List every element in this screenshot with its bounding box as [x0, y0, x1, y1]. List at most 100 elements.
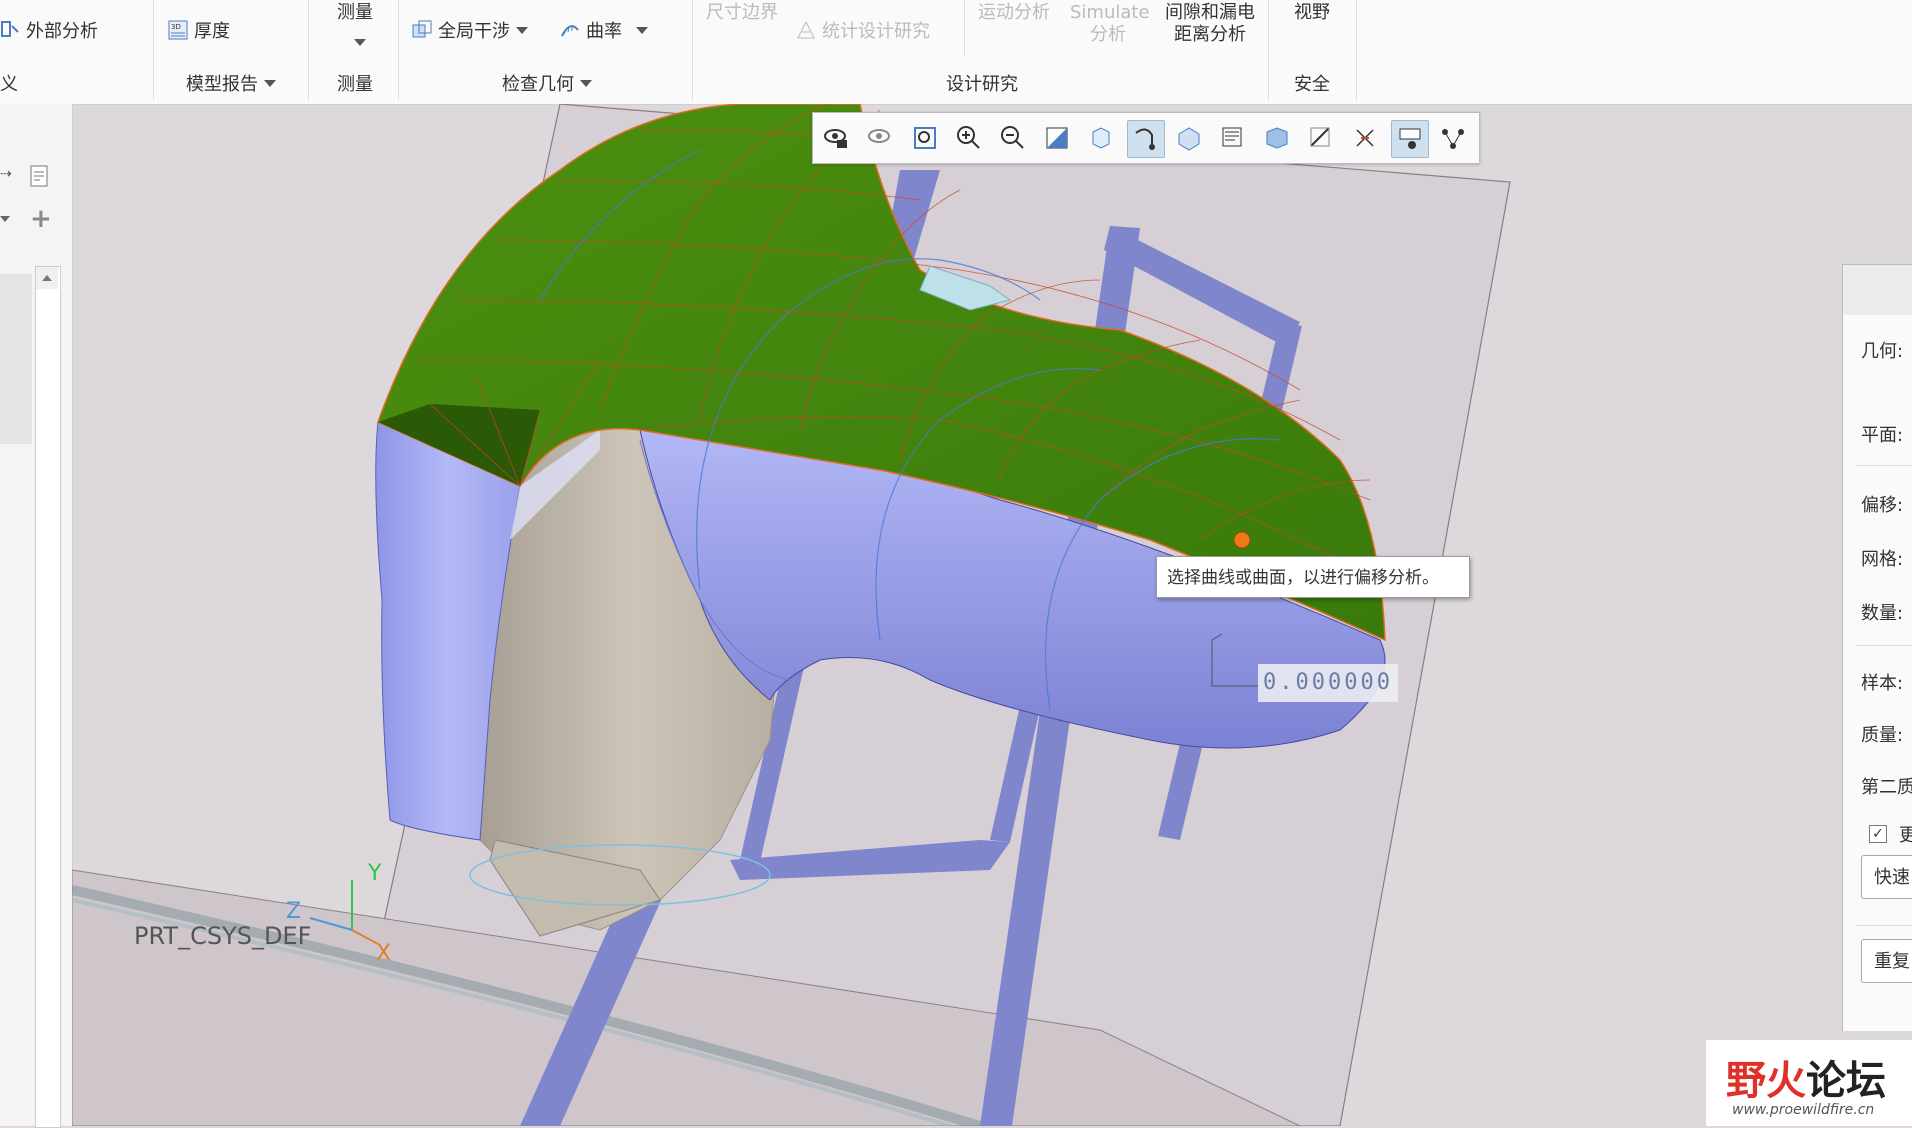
group-divider [964, 0, 965, 56]
offset-label: 偏移: [1861, 495, 1904, 516]
group-divider [308, 0, 309, 100]
axis-z-label: Z [286, 899, 301, 924]
tree-scrollbar[interactable] [35, 266, 61, 1128]
repeat-button[interactable]: 重复 [1861, 939, 1912, 983]
watermark-url: www.proewildfire.cn [1732, 1102, 1875, 1118]
datum-display-button[interactable] [1347, 120, 1383, 156]
svg-text:3D: 3D [171, 23, 181, 31]
named-view-button[interactable] [1127, 120, 1165, 158]
measure-button[interactable]: 测量 [337, 2, 373, 24]
view-button[interactable]: 视野 [1294, 2, 1330, 24]
curvature-icon [560, 20, 580, 40]
watermark-title: 野火论坛 [1726, 1058, 1886, 1104]
eye-icon [868, 129, 890, 143]
datum-icon [1356, 129, 1374, 147]
spin-center-button[interactable] [1259, 120, 1295, 156]
group-divider [398, 0, 399, 100]
tree-selection-bar [0, 274, 32, 444]
expand-arrow-icon[interactable]: ⇢ [0, 166, 12, 182]
group-label-inspect-geometry[interactable]: 检查几何 [502, 70, 592, 96]
orient-icon [1135, 128, 1155, 150]
model-3d-view[interactable]: Y Z X PRT_CSYS_DEF [72, 104, 1912, 1126]
divider [1855, 645, 1912, 646]
panel-header [1843, 265, 1912, 315]
divider [1855, 465, 1912, 466]
repaint-icon [1046, 127, 1068, 149]
clearance-creepage-button[interactable]: 间隙和漏电 距离分析 [1162, 2, 1258, 46]
display-style-button[interactable] [1083, 120, 1119, 156]
chevron-down-icon[interactable] [0, 216, 10, 222]
ribbon-toolbar: 外部分析 义 3D 厚度 模型报告 测量 测量 全局干涉 曲率 检查几何 尺寸边界… [0, 0, 1912, 105]
saved-view-button[interactable] [819, 120, 855, 156]
chevron-down-icon [636, 27, 648, 34]
statistical-design-button[interactable]: 统计设计研究 [796, 20, 930, 43]
chevron-down-icon [580, 80, 592, 87]
view-toolbar [812, 112, 1480, 164]
selection-tooltip: 选择曲线或曲面，以进行偏移分析。 [1156, 556, 1470, 598]
zoom-in-button[interactable] [951, 120, 987, 156]
axis-y-label: Y [367, 861, 382, 886]
zoom-out-icon [1001, 126, 1024, 149]
refit-button[interactable] [907, 120, 943, 156]
section-button[interactable] [1171, 120, 1207, 156]
measure-dropdown[interactable] [348, 34, 366, 53]
tree-settings-icon[interactable] [28, 164, 52, 192]
external-analysis-button[interactable]: 外部分析 [0, 20, 98, 43]
quick-button[interactable]: 快速 [1861, 855, 1912, 899]
group-label-custom: 义 [0, 74, 18, 95]
external-analysis-icon [0, 20, 20, 40]
second-quality-label: 第二质 [1861, 777, 1912, 798]
chevron-down-icon [516, 27, 528, 34]
refit-icon [914, 127, 936, 149]
appearance-button[interactable] [1215, 120, 1251, 156]
view-manager-button[interactable] [863, 120, 899, 156]
box-icon [1266, 127, 1288, 149]
chevron-down-icon [264, 80, 276, 87]
sample-label: 样本: [1861, 673, 1904, 694]
divider [1855, 925, 1912, 926]
count-label: 数量: [1861, 603, 1904, 624]
global-interference-button[interactable]: 全局干涉 [412, 20, 528, 43]
chevron-down-icon [354, 39, 366, 46]
thickness-button[interactable]: 3D 厚度 [168, 20, 230, 43]
zoom-in-icon [957, 126, 980, 149]
feature-display-button[interactable] [1435, 120, 1471, 156]
curvature-button[interactable]: 曲率 [560, 20, 648, 43]
update-checkbox-label: 更 [1899, 825, 1912, 846]
motion-analysis-button[interactable]: 运动分析 [978, 2, 1050, 24]
mesh-label: 网格: [1861, 549, 1904, 570]
cube-icon [1092, 127, 1110, 149]
pick-point[interactable] [1233, 531, 1251, 549]
appearance-icon [1222, 127, 1242, 147]
annotation-icon [1399, 128, 1421, 149]
scroll-up-icon[interactable] [36, 267, 58, 289]
group-divider [1356, 0, 1357, 100]
simulate-analysis-button[interactable]: Simulate 分析 [1070, 2, 1150, 46]
offset-value-readout: 0.000000 [1258, 664, 1398, 702]
branch-icon [1442, 129, 1464, 149]
csys-label: PRT_CSYS_DEF [134, 922, 311, 950]
annotation-display-button[interactable] [1391, 120, 1429, 158]
axis-x-label: X [376, 941, 391, 966]
group-label-design-study: 设计研究 [946, 74, 1018, 95]
thickness-icon: 3D [168, 20, 188, 40]
datum-plane-display-button[interactable] [1303, 120, 1339, 156]
group-divider [153, 0, 154, 100]
plane-label: 平面: [1861, 425, 1904, 446]
interference-icon [412, 20, 432, 40]
group-label-safety: 安全 [1294, 74, 1330, 95]
repaint-button[interactable] [1039, 120, 1075, 156]
group-label-measure: 测量 [337, 74, 373, 95]
dimension-boundary-button[interactable]: 尺寸边界 [706, 2, 778, 24]
graphics-viewport[interactable]: Y Z X PRT_CSYS_DEF [72, 104, 1912, 1126]
group-divider [1268, 0, 1269, 100]
add-icon[interactable]: + [30, 204, 52, 234]
update-checkbox[interactable]: ✓ [1869, 825, 1887, 843]
model-tree-panel: ⇢ + [0, 104, 73, 1128]
zoom-out-button[interactable] [995, 120, 1031, 156]
eye-camera-icon [824, 129, 847, 148]
geometry-label: 几何: [1861, 341, 1904, 362]
group-label-model-report[interactable]: 模型报告 [186, 70, 276, 96]
section-icon [1178, 127, 1200, 151]
group-divider [692, 0, 693, 100]
